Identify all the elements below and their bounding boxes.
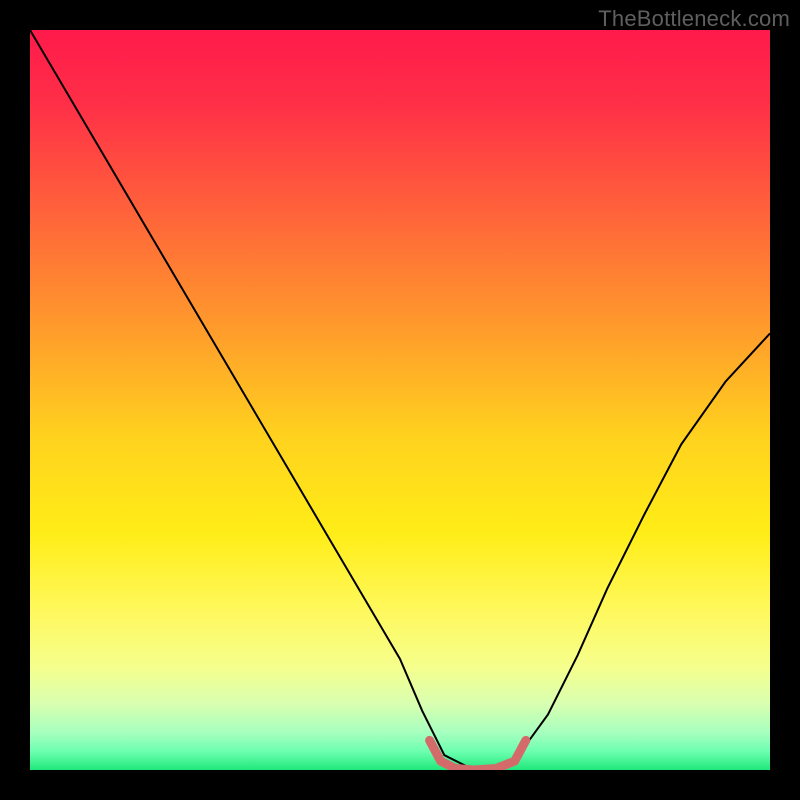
watermark-text: TheBottleneck.com <box>598 6 790 32</box>
plot-area <box>30 30 770 770</box>
chart-svg <box>30 30 770 770</box>
chart-frame: TheBottleneck.com <box>0 0 800 800</box>
